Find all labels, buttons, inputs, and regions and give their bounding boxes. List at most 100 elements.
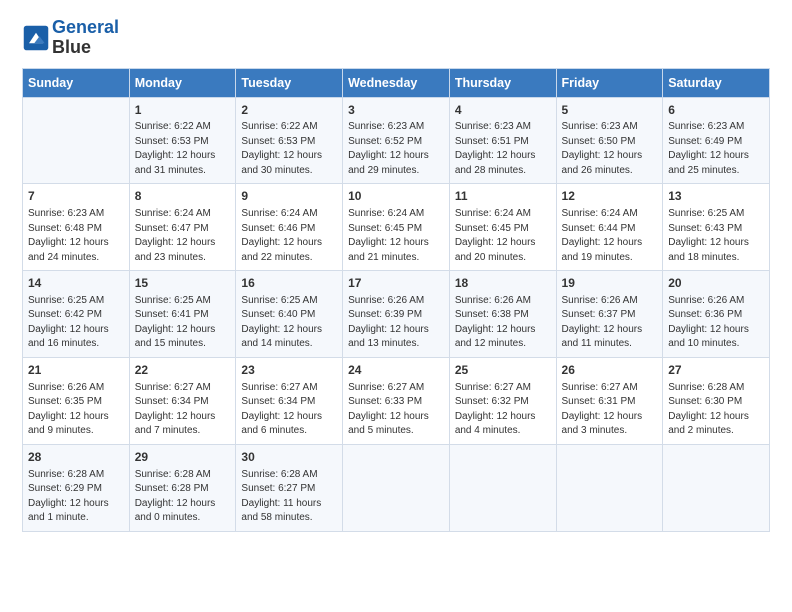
- day-detail: Sunrise: 6:23 AM Sunset: 6:48 PM Dayligh…: [28, 207, 124, 265]
- day-detail: Sunrise: 6:25 AM Sunset: 6:43 PM Dayligh…: [668, 207, 764, 265]
- day-detail: Sunrise: 6:28 AM Sunset: 6:28 PM Dayligh…: [135, 468, 231, 526]
- calendar: SundayMondayTuesdayWednesdayThursdayFrid…: [22, 68, 770, 532]
- calendar-cell: [556, 444, 663, 531]
- calendar-cell: 12Sunrise: 6:24 AM Sunset: 6:44 PM Dayli…: [556, 184, 663, 271]
- day-number: 2: [241, 102, 337, 119]
- day-detail: Sunrise: 6:23 AM Sunset: 6:49 PM Dayligh…: [668, 120, 764, 178]
- calendar-cell: 7 Sunrise: 6:23 AM Sunset: 6:48 PM Daylig…: [23, 184, 130, 271]
- day-number: 21: [28, 362, 124, 379]
- day-number: 19: [562, 275, 658, 292]
- logo-text: General Blue: [52, 18, 119, 58]
- calendar-cell: 14Sunrise: 6:25 AM Sunset: 6:42 PM Dayli…: [23, 271, 130, 358]
- calendar-cell: 25 Sunrise: 6:27 AM Sunset: 6:32 PM Dayli…: [449, 357, 556, 444]
- day-number: 23: [241, 362, 337, 379]
- calendar-cell: 22Sunrise: 6:27 AM Sunset: 6:34 PM Dayli…: [129, 357, 236, 444]
- calendar-header-row: SundayMondayTuesdayWednesdayThursdayFrid…: [23, 68, 770, 97]
- calendar-week-row: 14Sunrise: 6:25 AM Sunset: 6:42 PM Dayli…: [23, 271, 770, 358]
- calendar-cell: 15 Sunrise: 6:25 AM Sunset: 6:41 PM Dayli…: [129, 271, 236, 358]
- col-header-friday: Friday: [556, 68, 663, 97]
- day-number: 25: [455, 362, 551, 379]
- calendar-cell: 5Sunrise: 6:23 AM Sunset: 6:50 PM Daylig…: [556, 97, 663, 184]
- col-header-sunday: Sunday: [23, 68, 130, 97]
- day-number: 7: [28, 188, 124, 205]
- day-number: 15: [135, 275, 231, 292]
- logo: General Blue: [22, 18, 119, 58]
- calendar-cell: [663, 444, 770, 531]
- day-detail: Sunrise: 6:26 AM Sunset: 6:37 PM Dayligh…: [562, 294, 658, 352]
- day-detail: Sunrise: 6:23 AM Sunset: 6:51 PM Dayligh…: [455, 120, 551, 178]
- day-detail: Sunrise: 6:24 AM Sunset: 6:46 PM Dayligh…: [241, 207, 337, 265]
- calendar-cell: 17 Sunrise: 6:26 AM Sunset: 6:39 PM Dayli…: [343, 271, 450, 358]
- col-header-saturday: Saturday: [663, 68, 770, 97]
- day-number: 10: [348, 188, 444, 205]
- calendar-cell: 26 Sunrise: 6:27 AM Sunset: 6:31 PM Dayli…: [556, 357, 663, 444]
- day-detail: Sunrise: 6:27 AM Sunset: 6:31 PM Dayligh…: [562, 381, 658, 439]
- day-number: 30: [241, 449, 337, 466]
- calendar-cell: 11Sunrise: 6:24 AM Sunset: 6:45 PM Dayli…: [449, 184, 556, 271]
- calendar-cell: 21 Sunrise: 6:26 AM Sunset: 6:35 PM Dayli…: [23, 357, 130, 444]
- logo-icon: [22, 24, 50, 52]
- day-detail: Sunrise: 6:28 AM Sunset: 6:30 PM Dayligh…: [668, 381, 764, 439]
- calendar-cell: 18 Sunrise: 6:26 AM Sunset: 6:38 PM Dayli…: [449, 271, 556, 358]
- calendar-week-row: 1Sunrise: 6:22 AM Sunset: 6:53 PM Daylig…: [23, 97, 770, 184]
- calendar-cell: 24 Sunrise: 6:27 AM Sunset: 6:33 PM Dayli…: [343, 357, 450, 444]
- calendar-cell: 9 Sunrise: 6:24 AM Sunset: 6:46 PM Daylig…: [236, 184, 343, 271]
- day-detail: Sunrise: 6:22 AM Sunset: 6:53 PM Dayligh…: [241, 120, 337, 178]
- calendar-cell: 23 Sunrise: 6:27 AM Sunset: 6:34 PM Dayli…: [236, 357, 343, 444]
- day-detail: Sunrise: 6:26 AM Sunset: 6:36 PM Dayligh…: [668, 294, 764, 352]
- day-detail: Sunrise: 6:26 AM Sunset: 6:38 PM Dayligh…: [455, 294, 551, 352]
- calendar-week-row: 28 Sunrise: 6:28 AM Sunset: 6:29 PM Dayli…: [23, 444, 770, 531]
- day-detail: Sunrise: 6:24 AM Sunset: 6:44 PM Dayligh…: [562, 207, 658, 265]
- col-header-thursday: Thursday: [449, 68, 556, 97]
- day-number: 1: [135, 102, 231, 119]
- day-detail: Sunrise: 6:25 AM Sunset: 6:42 PM Dayligh…: [28, 294, 124, 352]
- calendar-cell: 8 Sunrise: 6:24 AM Sunset: 6:47 PM Daylig…: [129, 184, 236, 271]
- page-header: General Blue: [22, 18, 770, 58]
- calendar-cell: 13 Sunrise: 6:25 AM Sunset: 6:43 PM Dayli…: [663, 184, 770, 271]
- day-detail: Sunrise: 6:26 AM Sunset: 6:35 PM Dayligh…: [28, 381, 124, 439]
- calendar-cell: 2Sunrise: 6:22 AM Sunset: 6:53 PM Daylig…: [236, 97, 343, 184]
- calendar-week-row: 7 Sunrise: 6:23 AM Sunset: 6:48 PM Daylig…: [23, 184, 770, 271]
- calendar-cell: 6Sunrise: 6:23 AM Sunset: 6:49 PM Daylig…: [663, 97, 770, 184]
- calendar-cell: 20 Sunrise: 6:26 AM Sunset: 6:36 PM Dayli…: [663, 271, 770, 358]
- col-header-wednesday: Wednesday: [343, 68, 450, 97]
- calendar-cell: 3Sunrise: 6:23 AM Sunset: 6:52 PM Daylig…: [343, 97, 450, 184]
- day-number: 28: [28, 449, 124, 466]
- calendar-week-row: 21 Sunrise: 6:26 AM Sunset: 6:35 PM Dayli…: [23, 357, 770, 444]
- day-detail: Sunrise: 6:22 AM Sunset: 6:53 PM Dayligh…: [135, 120, 231, 178]
- day-detail: Sunrise: 6:25 AM Sunset: 6:41 PM Dayligh…: [135, 294, 231, 352]
- day-number: 8: [135, 188, 231, 205]
- day-detail: Sunrise: 6:24 AM Sunset: 6:45 PM Dayligh…: [348, 207, 444, 265]
- day-number: 17: [348, 275, 444, 292]
- day-number: 3: [348, 102, 444, 119]
- day-detail: Sunrise: 6:25 AM Sunset: 6:40 PM Dayligh…: [241, 294, 337, 352]
- calendar-cell: 29 Sunrise: 6:28 AM Sunset: 6:28 PM Dayli…: [129, 444, 236, 531]
- day-number: 16: [241, 275, 337, 292]
- day-detail: Sunrise: 6:23 AM Sunset: 6:50 PM Dayligh…: [562, 120, 658, 178]
- calendar-cell: 1Sunrise: 6:22 AM Sunset: 6:53 PM Daylig…: [129, 97, 236, 184]
- calendar-cell: [23, 97, 130, 184]
- day-number: 27: [668, 362, 764, 379]
- day-number: 18: [455, 275, 551, 292]
- day-number: 4: [455, 102, 551, 119]
- calendar-cell: 30 Sunrise: 6:28 AM Sunset: 6:27 PM Dayli…: [236, 444, 343, 531]
- day-detail: Sunrise: 6:26 AM Sunset: 6:39 PM Dayligh…: [348, 294, 444, 352]
- day-number: 9: [241, 188, 337, 205]
- day-number: 26: [562, 362, 658, 379]
- day-number: 24: [348, 362, 444, 379]
- day-detail: Sunrise: 6:27 AM Sunset: 6:32 PM Dayligh…: [455, 381, 551, 439]
- calendar-cell: 19 Sunrise: 6:26 AM Sunset: 6:37 PM Dayli…: [556, 271, 663, 358]
- day-detail: Sunrise: 6:27 AM Sunset: 6:33 PM Dayligh…: [348, 381, 444, 439]
- day-number: 20: [668, 275, 764, 292]
- day-number: 13: [668, 188, 764, 205]
- day-detail: Sunrise: 6:27 AM Sunset: 6:34 PM Dayligh…: [241, 381, 337, 439]
- day-number: 22: [135, 362, 231, 379]
- day-detail: Sunrise: 6:24 AM Sunset: 6:47 PM Dayligh…: [135, 207, 231, 265]
- day-detail: Sunrise: 6:23 AM Sunset: 6:52 PM Dayligh…: [348, 120, 444, 178]
- day-detail: Sunrise: 6:28 AM Sunset: 6:27 PM Dayligh…: [241, 468, 337, 526]
- day-number: 5: [562, 102, 658, 119]
- calendar-cell: 10 Sunrise: 6:24 AM Sunset: 6:45 PM Dayli…: [343, 184, 450, 271]
- day-number: 29: [135, 449, 231, 466]
- day-detail: Sunrise: 6:28 AM Sunset: 6:29 PM Dayligh…: [28, 468, 124, 526]
- calendar-cell: 16 Sunrise: 6:25 AM Sunset: 6:40 PM Dayli…: [236, 271, 343, 358]
